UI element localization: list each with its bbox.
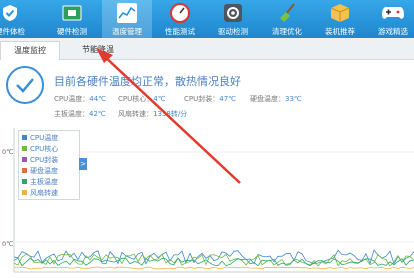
disk-temp-label: 硬盘温度： bbox=[250, 95, 285, 103]
box-icon bbox=[327, 1, 353, 25]
toolbar-item-label: 硬件体检 bbox=[0, 27, 25, 36]
toolbar-item-games[interactable]: 游戏精选 bbox=[368, 0, 414, 38]
legend-label: 主板温度 bbox=[30, 177, 58, 186]
cpu-core-label: CPU核心： bbox=[118, 95, 154, 103]
legend-item-cpu-core[interactable]: CPU核心 bbox=[22, 144, 58, 153]
legend-item-fan-speed[interactable]: 风扇转速 bbox=[22, 188, 58, 197]
toolbar-item-label: 驱动检测 bbox=[218, 27, 248, 36]
legend-label: 风扇转速 bbox=[30, 188, 58, 197]
toolbar-item-build-recommend[interactable]: 装机推荐 bbox=[315, 0, 365, 38]
shield-check-icon bbox=[0, 1, 23, 25]
toolbar-item-label: 装机推荐 bbox=[325, 27, 355, 36]
legend-swatch bbox=[22, 135, 27, 140]
cpu-core-value: 4℃ bbox=[153, 95, 166, 103]
toolbar-item-label: 清理优化 bbox=[272, 27, 302, 36]
toolbar-item-hardware-detect[interactable]: 硬件检测 bbox=[50, 0, 94, 38]
cpu-temp-reading: CPU温度：44℃ bbox=[54, 94, 106, 104]
legend-swatch bbox=[22, 146, 27, 151]
legend-toggle-button[interactable]: > bbox=[79, 158, 87, 170]
chart-legend: CPU温度 CPU核心 CPU封装 硬盘温度 主板温度 风扇转速 bbox=[18, 130, 80, 200]
main-toolbar: 硬件体检 硬件检测 温度管理 性能测试 驱动检测 清理优化 装机推荐 bbox=[0, 0, 414, 38]
tab-energy-cooling[interactable]: 节能降温 bbox=[68, 41, 128, 60]
series-line-2 bbox=[13, 257, 414, 267]
toolbar-item-label: 温度管理 bbox=[112, 27, 142, 36]
legend-label: CPU温度 bbox=[30, 133, 59, 142]
fan-speed-value: 1338转/分 bbox=[153, 110, 188, 118]
cpu-package-value: 47℃ bbox=[219, 95, 237, 103]
toolbar-item-performance[interactable]: 性能测试 bbox=[155, 0, 205, 38]
toolbar-item-label: 游戏精选 bbox=[378, 27, 408, 36]
legend-swatch bbox=[22, 157, 27, 162]
toolbar-item-temperature[interactable]: 温度管理 bbox=[102, 0, 152, 38]
disk-temp-value: 33℃ bbox=[285, 95, 302, 103]
gamepad-icon bbox=[380, 1, 406, 25]
board-temp-reading: 主板温度：42℃ bbox=[54, 109, 106, 119]
toolbar-item-label: 硬件检测 bbox=[57, 27, 87, 36]
series-line-3 bbox=[13, 266, 414, 270]
fan-speed-label: 风扇转速： bbox=[118, 110, 153, 118]
legend-label: CPU封装 bbox=[30, 155, 59, 164]
y-tick-label-bottom: 0℃ bbox=[2, 240, 14, 248]
board-temp-label: 主板温度： bbox=[54, 110, 89, 118]
legend-swatch bbox=[22, 190, 27, 195]
fan-speed-reading: 风扇转速：1338转/分 bbox=[118, 109, 187, 119]
cpu-package-label: CPU封装： bbox=[184, 95, 220, 103]
status-ok-icon bbox=[6, 66, 44, 104]
legend-swatch bbox=[22, 168, 27, 173]
toolbar-item-cleanup[interactable]: 清理优化 bbox=[262, 0, 312, 38]
cpu-core-reading: CPU核心：4℃ bbox=[118, 94, 166, 104]
gear-icon bbox=[220, 1, 246, 25]
cpu-temp-value: 44℃ bbox=[89, 95, 107, 103]
toolbar-item-label: 性能测试 bbox=[165, 27, 195, 36]
status-headline: 目前各硬件温度均正常，散热情况良好 bbox=[54, 75, 241, 88]
legend-item-board-temp[interactable]: 主板温度 bbox=[22, 177, 58, 186]
board-temp-value: 42℃ bbox=[89, 110, 106, 118]
legend-item-disk-temp[interactable]: 硬盘温度 bbox=[22, 166, 58, 175]
legend-item-cpu-temp[interactable]: CPU温度 bbox=[22, 133, 58, 142]
speedometer-icon bbox=[167, 1, 193, 25]
legend-item-cpu-package[interactable]: CPU封装 bbox=[22, 155, 58, 164]
y-tick-label-top: 0℃ bbox=[2, 148, 14, 156]
legend-swatch bbox=[22, 179, 27, 184]
chip-icon bbox=[59, 1, 85, 25]
disk-temp-reading: 硬盘温度：33℃ bbox=[250, 94, 302, 104]
cpu-temp-label: CPU温度： bbox=[54, 95, 90, 103]
broom-icon bbox=[274, 1, 300, 25]
toolbar-item-hardware-checkup[interactable]: 硬件体检 bbox=[0, 0, 32, 38]
sub-tab-bar: 温度监控 节能降温 bbox=[0, 38, 414, 60]
tab-temperature-monitor[interactable]: 温度监控 bbox=[0, 41, 60, 60]
legend-label: CPU核心 bbox=[30, 144, 59, 153]
thermometer-icon bbox=[114, 1, 140, 25]
legend-label: 硬盘温度 bbox=[30, 166, 58, 175]
cpu-package-reading: CPU封装：47℃ bbox=[184, 94, 236, 104]
toolbar-item-driver[interactable]: 驱动检测 bbox=[208, 0, 258, 38]
